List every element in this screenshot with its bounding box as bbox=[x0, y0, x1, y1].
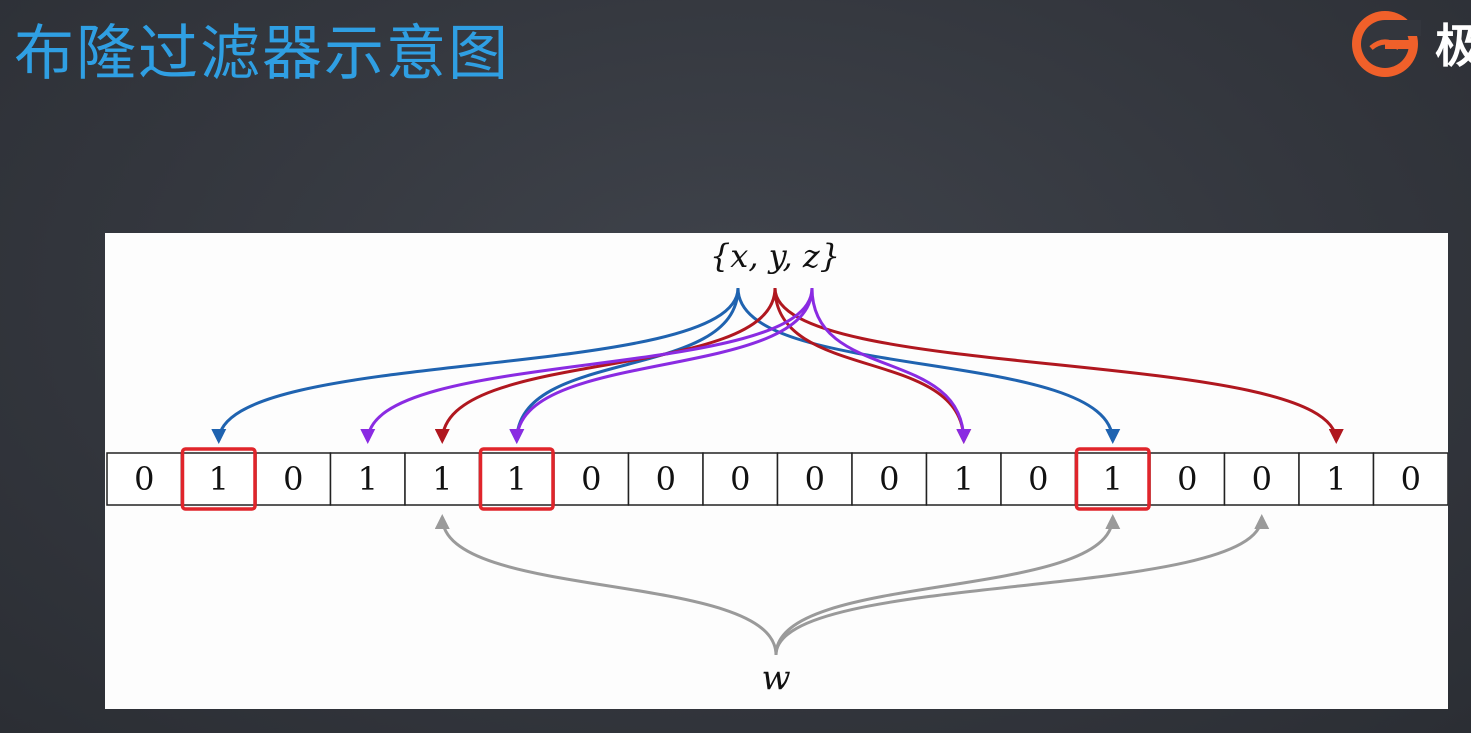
bit-cell: 0 bbox=[1000, 452, 1077, 506]
bit-cell: 1 bbox=[1298, 452, 1375, 506]
bit-cell: 0 bbox=[776, 452, 853, 506]
bit-cell: 0 bbox=[1223, 452, 1300, 506]
bit-value: 1 bbox=[1103, 460, 1123, 498]
bit-array: 0 1 0 1 1 1 0 0 0 0 0 1 0 1 0 0 1 0 bbox=[106, 447, 1448, 511]
geekbang-logo-icon bbox=[1352, 11, 1421, 77]
query-arrow-w bbox=[774, 514, 1270, 656]
bit-value: 1 bbox=[209, 460, 229, 498]
bit-value: 0 bbox=[283, 460, 303, 498]
brand-logo: 极 bbox=[1345, 2, 1471, 82]
bit-cell: 0 bbox=[1149, 452, 1226, 506]
bit-cell: 0 bbox=[106, 452, 183, 506]
query-element-label: w bbox=[761, 658, 790, 698]
query-arrow-w bbox=[434, 514, 778, 656]
bit-value: 1 bbox=[432, 460, 452, 498]
hash-arrow-x bbox=[509, 287, 740, 444]
set-label: {x, y, z} bbox=[710, 237, 840, 275]
bit-value: 0 bbox=[581, 460, 601, 498]
slide-title: 布隆过滤器示意图 bbox=[14, 19, 510, 89]
bit-value: 1 bbox=[358, 460, 378, 498]
bit-value: 1 bbox=[507, 460, 527, 498]
bit-value: 0 bbox=[656, 460, 676, 498]
bit-value: 0 bbox=[134, 460, 154, 498]
bit-cell: 0 bbox=[255, 452, 332, 506]
bit-value: 0 bbox=[1252, 460, 1272, 498]
bit-cell: 0 bbox=[1372, 452, 1448, 506]
bit-cell: 0 bbox=[627, 452, 704, 506]
query-arrow-w bbox=[774, 514, 1121, 656]
bit-value: 0 bbox=[1401, 460, 1421, 498]
bit-value: 1 bbox=[1326, 460, 1346, 498]
hash-arrow-z bbox=[810, 287, 972, 444]
bit-cell: 0 bbox=[553, 452, 630, 506]
bit-value: 0 bbox=[879, 460, 899, 498]
bit-cell: 1 bbox=[478, 452, 555, 506]
bit-cell: 1 bbox=[1074, 452, 1151, 506]
bit-cell: 1 bbox=[925, 452, 1002, 506]
bit-cell: 0 bbox=[851, 452, 928, 506]
bloom-filter-diagram: 0 1 0 1 1 1 0 0 0 0 0 1 0 1 0 0 1 0 {x, y, z} w bbox=[105, 233, 1448, 709]
hash-arrow-y bbox=[773, 287, 1344, 444]
bit-cell: 1 bbox=[404, 452, 481, 506]
logo-text: 极 bbox=[1435, 19, 1471, 73]
bit-value: 0 bbox=[1177, 460, 1197, 498]
bit-value: 0 bbox=[1028, 460, 1048, 498]
bit-value: 0 bbox=[730, 460, 750, 498]
bit-value: 0 bbox=[805, 460, 825, 498]
bit-cell: 1 bbox=[329, 452, 406, 506]
bit-value: 1 bbox=[954, 460, 974, 498]
bit-cell: 1 bbox=[180, 452, 257, 506]
bloom-filter-svg: 0 1 0 1 1 1 0 0 0 0 0 1 0 1 0 0 1 0 {x, y, z} w bbox=[106, 237, 1448, 698]
bit-cell: 0 bbox=[702, 452, 779, 506]
